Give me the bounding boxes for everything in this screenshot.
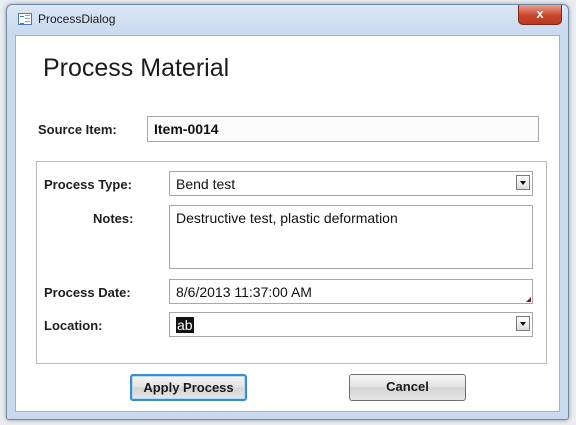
- page-title: Process Material: [43, 54, 230, 82]
- process-dialog-window: ProcessDialog x Process Material Source …: [6, 4, 569, 420]
- process-type-value: Bend test: [176, 176, 236, 192]
- apply-process-button[interactable]: Apply Process: [130, 374, 247, 401]
- location-dropdown[interactable]: ab: [169, 312, 533, 337]
- process-date-field[interactable]: 8/6/2013 11:37:00 AM: [169, 279, 533, 304]
- notes-textarea[interactable]: Destructive test, plastic deformation: [169, 205, 533, 269]
- close-button[interactable]: x: [518, 5, 562, 25]
- dialog-body: Process Material Source Item: Item-0014 …: [15, 35, 560, 412]
- process-date-label: Process Date:: [44, 285, 131, 300]
- chevron-down-icon[interactable]: [516, 175, 530, 190]
- source-item-field[interactable]: Item-0014: [147, 116, 539, 142]
- source-item-value: Item-0014: [154, 121, 219, 137]
- date-picker-marker[interactable]: [526, 297, 531, 302]
- process-type-dropdown[interactable]: Bend test: [169, 171, 533, 196]
- form-icon: [18, 13, 32, 25]
- process-type-label: Process Type:: [44, 177, 132, 192]
- notes-value: Destructive test, plastic deformation: [176, 210, 398, 226]
- close-icon: x: [536, 6, 544, 21]
- location-label: Location:: [44, 318, 103, 333]
- process-date-value: 8/6/2013 11:37:00 AM: [176, 284, 312, 300]
- chevron-down-icon[interactable]: [516, 316, 530, 331]
- window-title: ProcessDialog: [38, 12, 116, 26]
- notes-label: Notes:: [93, 211, 134, 226]
- source-item-label: Source Item:: [38, 122, 117, 137]
- location-value: ab: [176, 317, 194, 333]
- cancel-button[interactable]: Cancel: [349, 374, 466, 401]
- title-bar[interactable]: ProcessDialog x: [7, 5, 568, 35]
